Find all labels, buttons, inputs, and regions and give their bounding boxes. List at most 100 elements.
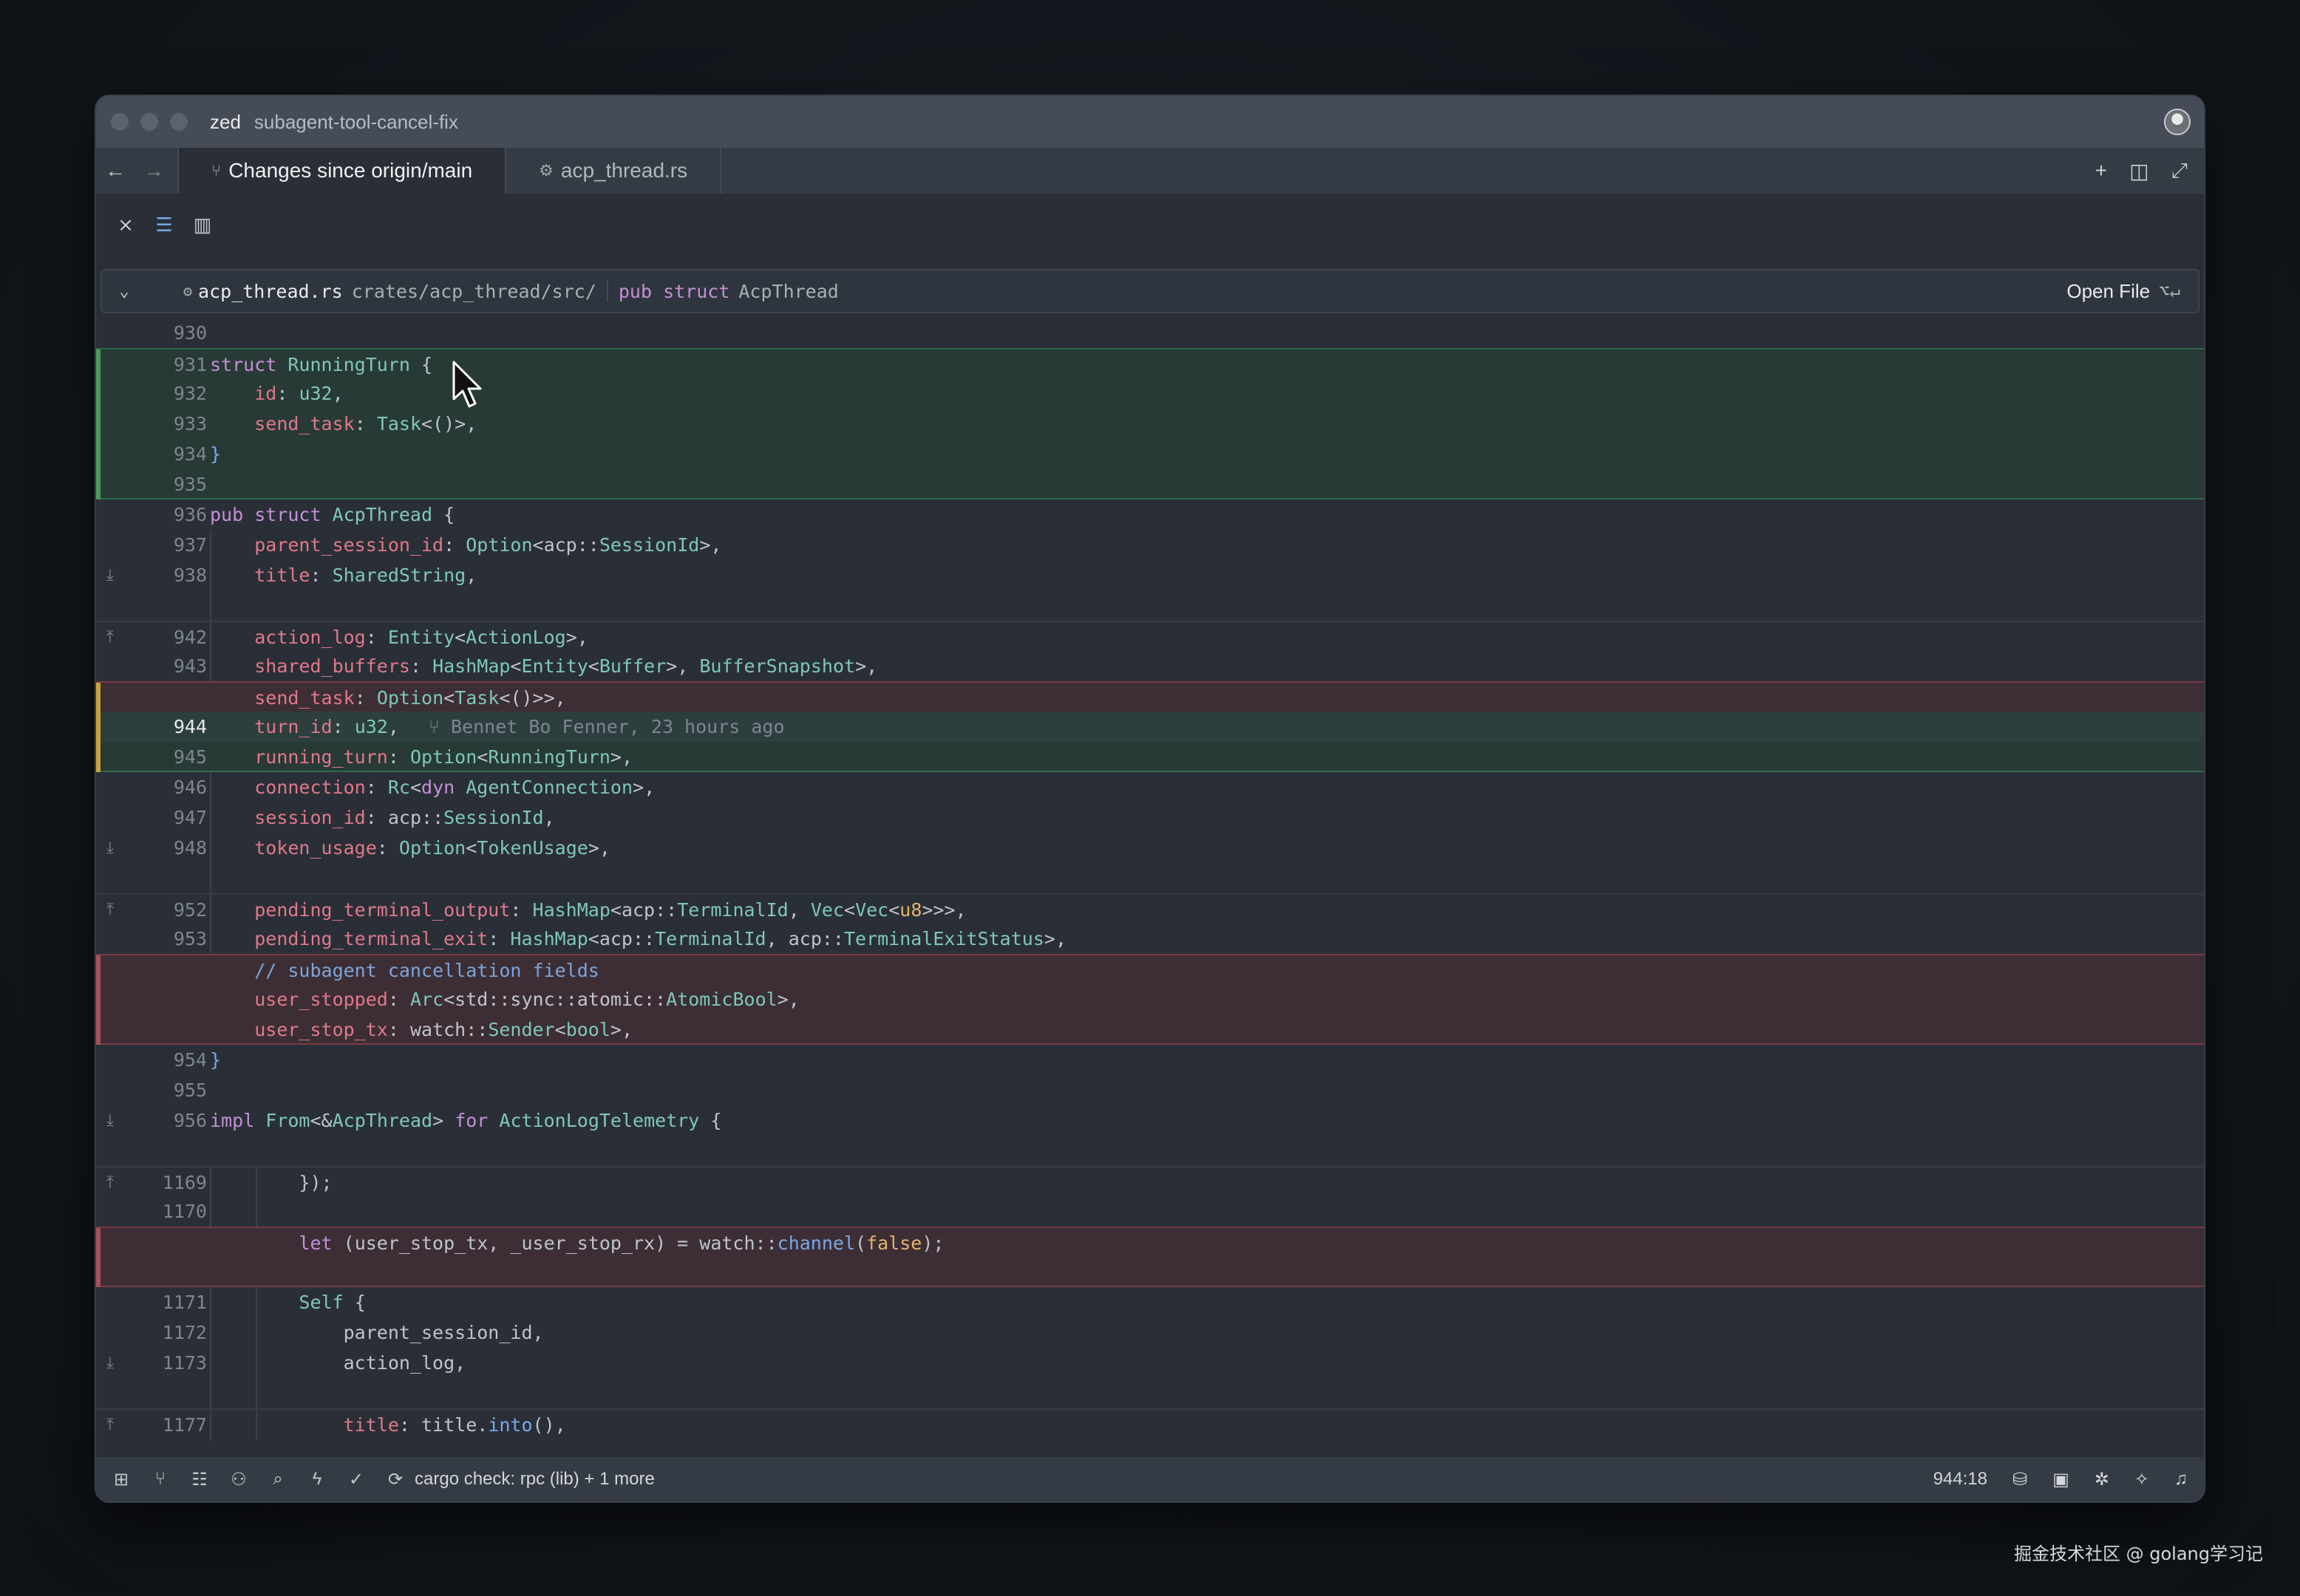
file-path: crates/acp_thread/src/ xyxy=(351,280,596,302)
expand-up-icon[interactable]: ⤒ xyxy=(106,622,114,652)
line-number: 953 xyxy=(173,928,207,949)
expand-up-icon[interactable]: ⤒ xyxy=(106,895,114,925)
lightning-icon[interactable]: ϟ xyxy=(307,1469,327,1490)
chevron-down-icon[interactable]: ⌄ xyxy=(102,282,146,301)
expand-down-icon[interactable]: ⤓ xyxy=(106,1105,114,1136)
tab-changes[interactable]: ⑂ Changes since origin/main xyxy=(177,148,507,194)
code-line-deleted[interactable] xyxy=(96,1257,2204,1287)
code-line[interactable]: 931 struct RunningTurn { xyxy=(96,348,2204,380)
code-line[interactable]: ⤒ 1177 title: title.into(), xyxy=(96,1408,2204,1440)
code-line[interactable]: 1171 Self { xyxy=(96,1287,2204,1317)
line-number: 933 xyxy=(173,413,207,434)
tab-acp-thread[interactable]: ⚙ acp_thread.rs xyxy=(506,148,722,194)
status-bar: ⊞ ⑂ ☷ ⚇ ⌕ ϟ ✓ ⟳ cargo check: rpc (lib) +… xyxy=(96,1456,2204,1501)
copilot-icon[interactable]: ⛁ xyxy=(2012,1469,2027,1490)
collab-icon[interactable]: ⚇ xyxy=(228,1469,249,1490)
expand-down-icon[interactable]: ⤓ xyxy=(106,560,114,590)
code-line-current[interactable]: 944 turn_id: u32, ⑂ Bennet Bo Fenner, 23 … xyxy=(96,712,2204,742)
code-line-deleted[interactable]: // subagent cancellation fields xyxy=(96,954,2204,986)
code-line[interactable]: 936 pub struct AcpThread { xyxy=(96,499,2204,530)
expand-down-icon[interactable]: ⤓ xyxy=(106,833,114,863)
zoom-window-button[interactable] xyxy=(170,113,188,131)
tab-label: acp_thread.rs xyxy=(560,159,688,182)
forward-arrow-icon[interactable]: → xyxy=(135,148,173,194)
code-line[interactable]: 947 session_id: acp::SessionId, xyxy=(96,802,2204,833)
split-view-icon[interactable]: ▥ xyxy=(192,214,213,236)
git-branch-icon[interactable]: ⑂ xyxy=(150,1469,171,1490)
code-line-deleted[interactable]: let (user_stop_tx, _user_stop_rx) = watc… xyxy=(96,1227,2204,1258)
code-line[interactable]: 955 xyxy=(96,1075,2204,1105)
code-line[interactable]: ⤒ 952 pending_terminal_output: HashMap<ac… xyxy=(96,893,2204,925)
code-line[interactable]: 934 } xyxy=(96,439,2204,469)
code-line-deleted[interactable]: user_stopped: Arc<std::sync::atomic::Ato… xyxy=(96,984,2204,1014)
maximize-icon[interactable]: ⤢ xyxy=(2171,159,2188,183)
code-line[interactable]: 953 pending_terminal_exit: HashMap<acp::… xyxy=(96,924,2204,954)
keyboard-shortcut: ⌥↵ xyxy=(2159,281,2180,301)
status-message[interactable]: cargo check: rpc (lib) + 1 more xyxy=(415,1469,655,1490)
code-line[interactable]: 943 shared_buffers: HashMap<Entity<Buffe… xyxy=(96,651,2204,681)
folded-gap[interactable] xyxy=(96,590,2204,621)
collapse-all-icon[interactable]: ⨯ xyxy=(115,214,136,236)
code-line[interactable]: 954 } xyxy=(96,1045,2204,1075)
expand-up-icon[interactable]: ⤒ xyxy=(106,1167,114,1198)
code-line[interactable]: ⤓ 948 token_usage: Option<TokenUsage>, xyxy=(96,833,2204,863)
code-line[interactable]: ⤓ 956 impl From<&AcpThread> for ActionLog… xyxy=(96,1105,2204,1136)
symbol-name[interactable]: AcpThread xyxy=(738,281,838,302)
line-number: 1171 xyxy=(162,1292,207,1313)
unified-view-icon[interactable]: ☰ xyxy=(154,214,174,236)
code-line[interactable]: 946 connection: Rc<dyn AgentConnection>, xyxy=(96,772,2204,802)
app-name[interactable]: zed xyxy=(210,111,241,134)
debug-icon[interactable]: ✲ xyxy=(2095,1469,2109,1490)
branch-name[interactable]: subagent-tool-cancel-fix xyxy=(254,111,458,134)
code-line[interactable]: 930 xyxy=(96,318,2204,348)
code-line[interactable]: 933 send_task: Task<()>, xyxy=(96,409,2204,439)
code-line[interactable]: 935 xyxy=(96,469,2204,499)
code-line-added[interactable]: 945 running_turn: Option<RunningTurn>, xyxy=(96,742,2204,772)
code-line[interactable]: 1170 xyxy=(96,1196,2204,1227)
expand-up-icon[interactable]: ⤒ xyxy=(106,1410,114,1440)
line-number: 947 xyxy=(173,807,207,828)
file-name[interactable]: acp_thread.rs xyxy=(198,281,343,302)
code-line[interactable]: ⤓ 1173 action_log, xyxy=(96,1348,2204,1378)
code-line[interactable]: ⤒ 1169 }); xyxy=(96,1166,2204,1198)
tab-bar: ← → ⑂ Changes since origin/main ⚙ acp_th… xyxy=(96,148,2204,195)
code-line-deleted[interactable]: user_stop_tx: watch::Sender<bool>, xyxy=(96,1014,2204,1045)
user-avatar[interactable] xyxy=(2164,109,2191,135)
search-icon[interactable]: ⌕ xyxy=(268,1469,288,1490)
close-window-button[interactable] xyxy=(111,113,129,131)
code-line[interactable]: 932 id: u32, xyxy=(96,378,2204,409)
folded-gap[interactable] xyxy=(96,863,2204,893)
folded-gap[interactable] xyxy=(96,1136,2204,1166)
split-pane-icon[interactable]: ◫ xyxy=(2129,159,2148,183)
code-line[interactable]: ⤒ 942 action_log: Entity<ActionLog>, xyxy=(96,621,2204,652)
code-line[interactable]: 937 parent_session_id: Option<acp::Sessi… xyxy=(96,530,2204,560)
divider xyxy=(606,280,608,302)
line-number: 937 xyxy=(173,534,207,556)
terminal-icon[interactable]: ▣ xyxy=(2052,1469,2069,1490)
line-number: 954 xyxy=(173,1049,207,1071)
code-line-deleted[interactable]: send_task: Option<Task<()>>, xyxy=(96,681,2204,713)
mouse-cursor-icon xyxy=(452,361,482,408)
back-arrow-icon[interactable]: ← xyxy=(96,148,135,194)
line-number: 932 xyxy=(173,383,207,404)
code-line[interactable]: ⤓ 938 title: SharedString, xyxy=(96,560,2204,590)
ai-assistant-icon[interactable]: ✧ xyxy=(2134,1469,2149,1490)
notification-bell-icon[interactable]: ♫ xyxy=(2174,1469,2188,1490)
line-number: 945 xyxy=(173,746,207,768)
expand-down-icon[interactable]: ⤓ xyxy=(106,1348,114,1378)
window-controls[interactable] xyxy=(111,113,188,131)
code-diff-view[interactable]: 930 931 struct RunningTurn { 932 id: u32… xyxy=(96,318,2204,1469)
code-line[interactable]: 1172 parent_session_id, xyxy=(96,1317,2204,1348)
check-icon[interactable]: ✓ xyxy=(346,1469,367,1490)
cursor-position[interactable]: 944:18 xyxy=(1933,1469,1987,1490)
line-number: 956 xyxy=(173,1110,207,1131)
folded-gap[interactable] xyxy=(96,1378,2204,1408)
plus-icon[interactable]: + xyxy=(2095,159,2107,183)
line-number: 952 xyxy=(173,899,207,921)
git-blame-annotation[interactable]: ⑂ Bennet Bo Fenner, 23 hours ago xyxy=(429,716,785,737)
project-panel-icon[interactable]: ⊞ xyxy=(111,1469,132,1490)
minimize-window-button[interactable] xyxy=(140,113,158,131)
tab-label: Changes since origin/main xyxy=(228,159,473,182)
outline-icon[interactable]: ☷ xyxy=(189,1469,210,1490)
open-file-button[interactable]: Open File xyxy=(2066,280,2150,303)
